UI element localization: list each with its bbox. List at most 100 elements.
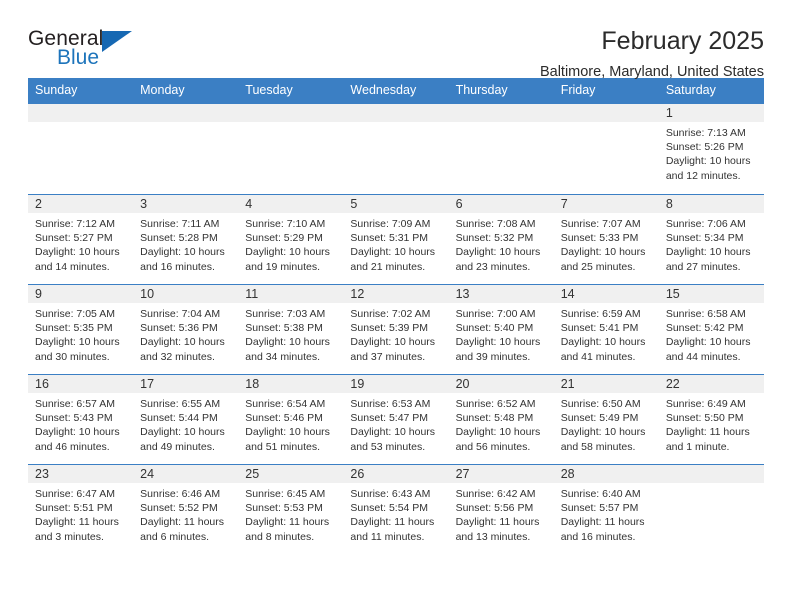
daylight-text: Daylight: 10 hours and 49 minutes. (140, 426, 225, 453)
sunrise-text: Sunrise: 6:47 AM (35, 488, 115, 500)
calendar-day-cell[interactable]: 22 Sunrise: 6:49 AM Sunset: 5:50 PM Dayligh… (658, 375, 764, 464)
calendar-day-cell[interactable]: 26 Sunrise: 6:43 AM Sunset: 5:54 PM Dayligh… (343, 465, 449, 554)
calendar-day-cell[interactable]: 12 Sunrise: 7:02 AM Sunset: 5:39 PM Dayligh… (343, 285, 449, 374)
weekday-header-monday: Monday (140, 83, 185, 97)
daylight-text: Daylight: 11 hours and 1 minute. (665, 426, 750, 453)
calendar-day-cell[interactable]: 27 Sunrise: 6:42 AM Sunset: 5:56 PM Dayligh… (448, 465, 554, 554)
day-details: Sunrise: 7:10 AM Sunset: 5:29 PM Daylight:… (238, 213, 343, 274)
day-number: 7 (553, 195, 659, 213)
sunrise-text: Sunrise: 6:54 AM (245, 398, 326, 410)
calendar-day-cell[interactable]: 18 Sunrise: 6:54 AM Sunset: 5:46 PM Dayligh… (238, 375, 344, 464)
sunset-text: Sunset: 5:50 PM (665, 412, 744, 425)
day-details: Sunrise: 7:12 AM Sunset: 5:27 PM Daylight:… (28, 213, 133, 274)
sunrise-text: Sunrise: 7:12 AM (35, 218, 115, 230)
sunset-text: Sunset: 5:46 PM (245, 412, 323, 425)
weekday-header-sunday: Sunday (35, 83, 78, 97)
daylight-text: Daylight: 10 hours and 30 minutes. (35, 336, 120, 363)
sunrise-text: Sunrise: 6:55 AM (140, 398, 221, 410)
sunset-text: Sunset: 5:40 PM (455, 322, 534, 335)
calendar-day-cell[interactable]: 15 Sunrise: 6:58 AM Sunset: 5:42 PM Dayligh… (658, 285, 764, 374)
calendar-day-cell[interactable]: 1 Sunrise: 7:13 AM Sunset: 5:26 PM Daylight… (658, 104, 764, 194)
calendar-day-cell[interactable]: 4 Sunrise: 7:10 AM Sunset: 5:29 PM Daylight… (238, 195, 344, 284)
sunset-text: Sunset: 5:33 PM (560, 232, 639, 245)
sunset-text: Sunset: 5:47 PM (350, 412, 429, 425)
sunset-text: Sunset: 5:36 PM (140, 322, 218, 335)
day-number: 22 (658, 375, 764, 393)
calendar-day-cell[interactable]: 17 Sunrise: 6:55 AM Sunset: 5:44 PM Dayligh… (133, 375, 239, 464)
sunrise-text: Sunrise: 6:52 AM (455, 398, 536, 410)
calendar-day-cell[interactable]: 3 Sunrise: 7:11 AM Sunset: 5:28 PM Daylight… (133, 195, 239, 284)
calendar-week-row: 23 Sunrise: 6:47 AM Sunset: 5:51 PM Dayligh… (28, 464, 764, 554)
calendar-day-cell[interactable]: 25 Sunrise: 6:45 AM Sunset: 5:53 PM Dayligh… (238, 465, 344, 554)
calendar-day-cell[interactable]: 13 Sunrise: 7:00 AM Sunset: 5:40 PM Dayligh… (448, 285, 554, 374)
day-number: 5 (343, 195, 449, 213)
calendar-day-cell[interactable]: 20 Sunrise: 6:52 AM Sunset: 5:48 PM Dayligh… (448, 375, 554, 464)
calendar-day-cell[interactable]: 24 Sunrise: 6:46 AM Sunset: 5:52 PM Dayligh… (133, 465, 239, 554)
sunset-text: Sunset: 5:26 PM (665, 141, 744, 154)
calendar-day-cell[interactable]: 6 Sunrise: 7:08 AM Sunset: 5:32 PM Daylight… (448, 195, 554, 284)
sunrise-text: Sunrise: 7:04 AM (140, 308, 221, 320)
sunset-text: Sunset: 5:35 PM (35, 322, 113, 335)
calendar-day-cell-empty (238, 104, 344, 194)
calendar-day-cell[interactable]: 19 Sunrise: 6:53 AM Sunset: 5:47 PM Dayligh… (343, 375, 449, 464)
calendar-day-cell-empty (448, 104, 554, 194)
sunrise-text: Sunrise: 6:53 AM (350, 398, 431, 410)
calendar-week-row: 16 Sunrise: 6:57 AM Sunset: 5:43 PM Dayligh… (28, 374, 764, 464)
calendar-day-cell[interactable]: 5 Sunrise: 7:09 AM Sunset: 5:31 PM Daylight… (343, 195, 449, 284)
day-details: Sunrise: 7:07 AM Sunset: 5:33 PM Daylight:… (554, 213, 659, 274)
calendar-day-cell[interactable]: 7 Sunrise: 7:07 AM Sunset: 5:33 PM Daylight… (553, 195, 659, 284)
sunset-text: Sunset: 5:52 PM (140, 502, 218, 515)
calendar-day-cell[interactable]: 9 Sunrise: 7:05 AM Sunset: 5:35 PM Daylight… (28, 285, 134, 374)
day-details: Sunrise: 6:50 AM Sunset: 5:49 PM Daylight:… (554, 393, 659, 454)
sunrise-text: Sunrise: 7:00 AM (455, 308, 536, 320)
daylight-text: Daylight: 10 hours and 19 minutes. (245, 246, 330, 273)
sunrise-text: Sunrise: 6:49 AM (665, 398, 746, 410)
day-details: Sunrise: 6:52 AM Sunset: 5:48 PM Daylight:… (449, 393, 554, 454)
calendar-day-cell[interactable]: 16 Sunrise: 6:57 AM Sunset: 5:43 PM Dayligh… (28, 375, 134, 464)
calendar-day-cell[interactable]: 10 Sunrise: 7:04 AM Sunset: 5:36 PM Dayligh… (133, 285, 239, 374)
sunset-text: Sunset: 5:39 PM (350, 322, 429, 335)
daylight-text: Daylight: 11 hours and 6 minutes. (140, 516, 224, 543)
day-number: 14 (553, 285, 659, 303)
day-number: 27 (448, 465, 554, 483)
day-number (238, 104, 344, 122)
day-details: Sunrise: 6:59 AM Sunset: 5:41 PM Daylight:… (554, 303, 659, 364)
sunset-text: Sunset: 5:57 PM (560, 502, 639, 515)
sunrise-text: Sunrise: 6:43 AM (350, 488, 431, 500)
sunrise-text: Sunrise: 7:11 AM (140, 218, 220, 230)
calendar-day-cell[interactable]: 2 Sunrise: 7:12 AM Sunset: 5:27 PM Daylight… (28, 195, 134, 284)
day-number: 1 (658, 104, 764, 122)
calendar-day-cell-empty (28, 104, 134, 194)
daylight-text: Daylight: 11 hours and 3 minutes. (35, 516, 119, 543)
calendar-day-cell[interactable]: 8 Sunrise: 7:06 AM Sunset: 5:34 PM Daylight… (658, 195, 764, 284)
calendar-day-cell[interactable]: 23 Sunrise: 6:47 AM Sunset: 5:51 PM Dayligh… (28, 465, 134, 554)
weekday-header-tuesday: Tuesday (245, 83, 293, 97)
sunset-text: Sunset: 5:49 PM (560, 412, 639, 425)
sunset-text: Sunset: 5:56 PM (455, 502, 534, 515)
sunrise-text: Sunrise: 6:57 AM (35, 398, 115, 410)
daylight-text: Daylight: 11 hours and 8 minutes. (245, 516, 330, 543)
sunset-text: Sunset: 5:32 PM (455, 232, 534, 245)
triangle-icon (102, 31, 132, 52)
day-number: 21 (553, 375, 659, 393)
daylight-text: Daylight: 10 hours and 39 minutes. (455, 336, 541, 363)
general-blue-logo[interactable]: General Blue (28, 28, 148, 74)
daylight-text: Daylight: 11 hours and 13 minutes. (455, 516, 540, 543)
daylight-text: Daylight: 10 hours and 53 minutes. (350, 426, 436, 453)
calendar-day-cell[interactable]: 14 Sunrise: 6:59 AM Sunset: 5:41 PM Dayligh… (553, 285, 659, 374)
title-block: February 2025 Baltimore, Maryland, Unite… (540, 28, 764, 81)
day-number: 28 (553, 465, 659, 483)
day-details: Sunrise: 7:00 AM Sunset: 5:40 PM Daylight:… (449, 303, 554, 364)
calendar-day-cell-empty (658, 465, 764, 554)
day-number (28, 104, 134, 122)
daylight-text: Daylight: 10 hours and 46 minutes. (35, 426, 120, 453)
calendar-day-cell[interactable]: 21 Sunrise: 6:50 AM Sunset: 5:49 PM Dayligh… (553, 375, 659, 464)
calendar-day-cell[interactable]: 28 Sunrise: 6:40 AM Sunset: 5:57 PM Dayligh… (553, 465, 659, 554)
calendar-day-cell[interactable]: 11 Sunrise: 7:03 AM Sunset: 5:38 PM Dayligh… (238, 285, 344, 374)
day-details: Sunrise: 7:09 AM Sunset: 5:31 PM Daylight:… (343, 213, 448, 274)
day-details: Sunrise: 6:40 AM Sunset: 5:57 PM Daylight:… (554, 483, 659, 544)
day-details: Sunrise: 6:54 AM Sunset: 5:46 PM Daylight:… (238, 393, 343, 454)
sunrise-text: Sunrise: 6:46 AM (140, 488, 221, 500)
calendar-week-row: 1 Sunrise: 7:13 AM Sunset: 5:26 PM Daylight… (28, 104, 764, 194)
sunrise-text: Sunrise: 7:02 AM (350, 308, 431, 320)
